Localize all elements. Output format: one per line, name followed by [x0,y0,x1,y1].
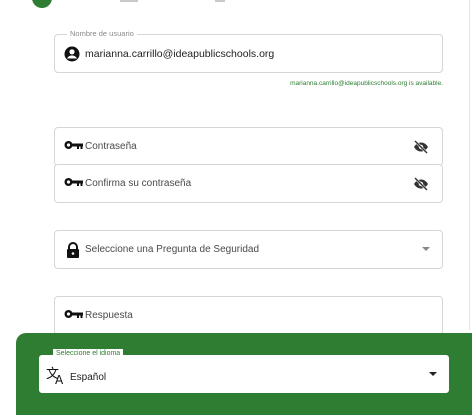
svg-text:A: A [55,373,64,385]
language-legend: Seleccione el idioma [53,349,124,359]
language-value: Español [70,372,107,383]
divider [469,0,470,330]
divider [120,0,138,2]
confirm-password-field[interactable]: Confirma su contraseña [54,164,443,203]
answer-field[interactable]: Respuesta [54,296,443,335]
password-placeholder: Contraseña [85,141,137,152]
visibility-off-icon[interactable] [413,140,429,154]
security-question-select[interactable]: Seleccione una Pregunta de Seguridad [54,230,443,269]
lock-icon [64,242,84,258]
visibility-off-icon[interactable] [413,177,429,191]
username-legend: Nombre de usuario [67,29,137,39]
account-circle-icon [64,46,84,62]
key-icon [64,176,84,192]
username-availability: marianna.carrillo@ideapublicschools.org … [290,80,443,87]
step-indicator [32,0,52,8]
dropdown-arrow-icon [429,372,437,376]
dropdown-arrow-icon [422,247,430,251]
key-icon [64,139,84,155]
security-question-placeholder: Seleccione una Pregunta de Seguridad [85,244,260,255]
language-panel: Seleccione el idioma 文 A Español [16,333,472,415]
password-field[interactable]: Contraseña [54,127,443,166]
username-value: marianna.carrillo@ideapublicschools.org [85,48,275,60]
username-field[interactable]: Nombre de usuario marianna.carrillo@idea… [54,29,443,73]
divider [215,0,225,2]
language-select[interactable]: Seleccione el idioma 文 A Español [38,349,450,394]
translate-icon: 文 A [46,365,68,387]
confirm-password-placeholder: Confirma su contraseña [85,178,192,189]
answer-placeholder: Respuesta [85,310,133,321]
key-icon [64,308,84,324]
